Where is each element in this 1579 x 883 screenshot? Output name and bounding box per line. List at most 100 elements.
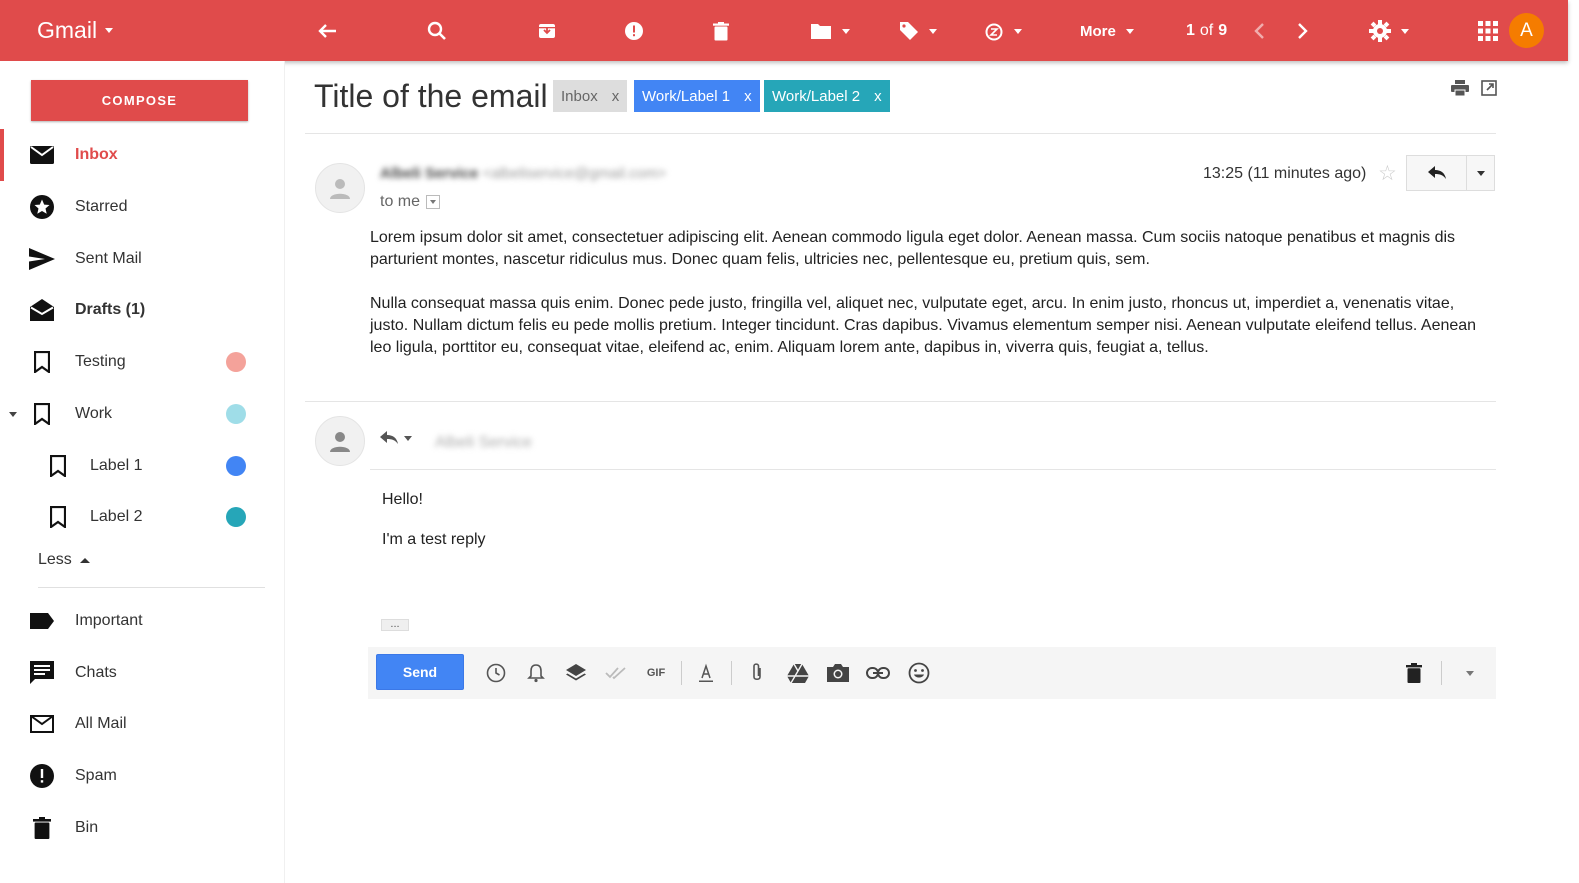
chevron-down-icon [1401, 28, 1409, 34]
label-color-dot [226, 352, 246, 372]
alert-icon [625, 22, 643, 40]
formatting-icon[interactable] [694, 661, 718, 685]
archive-icon [539, 24, 555, 38]
reply-editor[interactable]: Hello! I'm a test reply [382, 491, 486, 571]
bookmark-icon [29, 401, 55, 427]
star-icon[interactable]: ☆ [1378, 161, 1397, 186]
report-spam-button[interactable] [624, 18, 644, 44]
toolbar-separator [1441, 661, 1442, 685]
bell-icon[interactable] [524, 661, 548, 685]
message-time: 13:25 (11 minutes ago) [1203, 165, 1367, 182]
sidebar-item-spam[interactable]: Spam [0, 754, 285, 798]
reply-button[interactable] [1407, 156, 1467, 190]
snooze-button[interactable] [984, 18, 1022, 44]
sidebar-item-label: Important [75, 612, 143, 629]
remove-tag-button[interactable]: x [874, 88, 882, 105]
drafts-icon [29, 297, 55, 323]
sidebar-item-all-mail[interactable]: All Mail [0, 702, 285, 746]
apps-button[interactable] [1478, 18, 1498, 44]
back-button[interactable] [318, 18, 338, 44]
tag-inbox: Inbox x [553, 80, 628, 112]
bookmark-icon [45, 453, 71, 479]
reply-type-button[interactable] [380, 431, 412, 445]
archive-button[interactable] [538, 18, 556, 44]
snooze-clock-icon [985, 23, 1003, 41]
sender-email: <albeliservice@gmail.com> [482, 165, 667, 182]
tag-label: Work/Label 2 [772, 87, 861, 105]
chevron-down-icon [430, 200, 437, 204]
chevron-down-icon [1125, 28, 1134, 34]
newer-button[interactable] [1253, 18, 1265, 44]
toolbar-separator [731, 661, 732, 685]
print-icon[interactable] [1451, 80, 1469, 101]
reply-line: I'm a test reply [382, 531, 486, 548]
gmail-menu[interactable]: Gmail [37, 17, 114, 44]
more-label: More [1080, 22, 1116, 40]
send-button[interactable]: Send [376, 654, 464, 690]
sidebar-item-label: Label 1 [90, 457, 143, 474]
sidebar-item-important[interactable]: Important [0, 599, 285, 643]
sidebar-divider [38, 587, 265, 588]
sidebar-item-label: Sent Mail [75, 250, 142, 267]
sender-avatar [315, 163, 365, 213]
sidebar-item-testing[interactable]: Testing [0, 340, 285, 384]
body-paragraph: Nulla consequat massa quis enim. Donec p… [370, 295, 1477, 356]
apps-grid-icon [1478, 21, 1498, 41]
drive-icon[interactable] [786, 661, 810, 685]
email-subject: Title of the email [314, 78, 548, 114]
reply-icon [1427, 166, 1446, 179]
search-button[interactable] [427, 18, 447, 44]
sidebar-item-starred[interactable]: Starred [0, 185, 285, 229]
reply-recipient[interactable]: Albeli Service [435, 434, 532, 452]
less-toggle[interactable]: Less [38, 551, 90, 569]
sidebar-item-label-2[interactable]: Label 2 [0, 495, 285, 539]
tag-work-label-2: Work/Label 2 x [764, 80, 890, 112]
person-icon [330, 432, 350, 452]
double-check-icon[interactable] [604, 661, 628, 685]
move-to-button[interactable] [810, 18, 850, 44]
show-details-button[interactable] [426, 195, 441, 209]
discard-draft-icon[interactable] [1402, 661, 1426, 685]
layers-icon[interactable] [564, 661, 588, 685]
folder-icon [811, 24, 831, 39]
tag-work-label-1: Work/Label 1 x [634, 80, 760, 112]
sidebar-item-label-1[interactable]: Label 1 [0, 444, 285, 488]
expand-caret-icon[interactable] [9, 411, 17, 417]
pager-total: 9 [1218, 22, 1228, 39]
less-label: Less [38, 551, 72, 568]
sidebar-item-label: Spam [75, 767, 117, 784]
attachment-icon[interactable] [745, 661, 769, 685]
sidebar-item-bin[interactable]: Bin [0, 806, 285, 850]
sidebar-item-drafts[interactable]: Drafts (1) [0, 288, 285, 332]
sidebar-item-chats[interactable]: Chats [0, 651, 285, 695]
sidebar-item-label: Testing [75, 353, 126, 370]
divider [305, 401, 1496, 402]
reply-button-group [1406, 155, 1495, 191]
remove-tag-button[interactable]: x [744, 88, 752, 105]
schedule-clock-icon[interactable] [484, 661, 508, 685]
delete-button[interactable] [713, 18, 729, 44]
link-icon[interactable] [866, 661, 890, 685]
more-button[interactable]: More [1080, 18, 1134, 44]
emoji-icon[interactable] [907, 661, 931, 685]
gif-icon[interactable]: GIF [642, 661, 670, 685]
recipients: to me [380, 193, 441, 211]
compose-button[interactable]: COMPOSE [31, 80, 248, 121]
more-options-button[interactable] [1458, 661, 1482, 685]
sidebar-item-sent[interactable]: Sent Mail [0, 237, 285, 281]
sidebar-item-label: Bin [75, 819, 99, 836]
bookmark-icon [29, 349, 55, 375]
open-new-window-icon[interactable] [1481, 80, 1497, 101]
chevron-down-icon [105, 28, 114, 33]
account-avatar[interactable]: A [1509, 13, 1544, 48]
chevron-down-icon [1476, 170, 1485, 176]
show-trimmed-content-button[interactable]: ... [381, 619, 409, 631]
camera-icon[interactable] [826, 661, 850, 685]
settings-button[interactable] [1369, 18, 1409, 44]
labels-button[interactable] [899, 18, 937, 44]
sidebar-item-inbox[interactable]: Inbox [0, 129, 285, 181]
sidebar-item-work[interactable]: Work [0, 392, 285, 436]
older-button[interactable] [1297, 18, 1309, 44]
remove-tag-button[interactable]: x [612, 88, 620, 105]
more-actions-button[interactable] [1467, 156, 1494, 190]
